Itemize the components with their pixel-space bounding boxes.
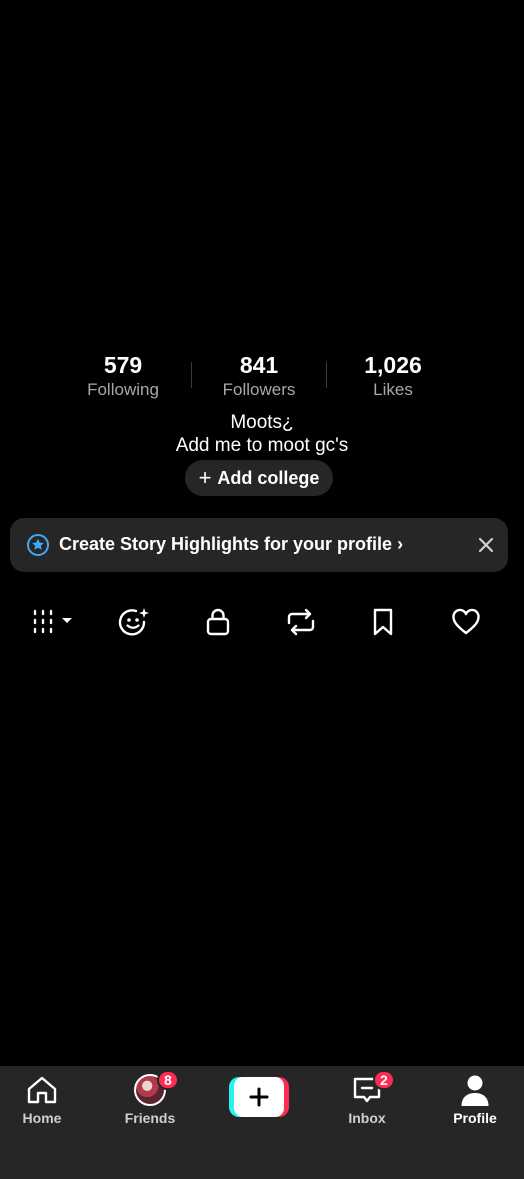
nav-inbox-label: Inbox [348,1110,386,1126]
add-college-label: Add college [217,467,320,488]
likes-label: Likes [373,380,413,399]
tab-private[interactable] [195,600,241,644]
create-button[interactable] [229,1077,289,1117]
nav-profile[interactable]: Profile [425,1066,524,1136]
profile-screen: 579 Following 841 Followers 1,026 Likes … [0,0,524,1179]
nav-profile-label: Profile [453,1110,497,1126]
nav-friends[interactable]: 8 Friends [100,1066,200,1136]
friends-badge: 8 [157,1070,179,1090]
bookmark-icon [373,608,393,636]
banner-text: Create Story Highlights for your profile… [59,534,404,554]
nav-home-label: Home [22,1110,62,1126]
profile-tabs [0,600,524,644]
nav-inbox[interactable]: 2 Inbox [317,1066,417,1136]
inbox-badge: 2 [373,1070,395,1090]
create-button-face [234,1077,284,1117]
plus-icon [249,1087,269,1107]
nav-friends-label: Friends [124,1110,176,1126]
tab-saved[interactable] [360,600,406,644]
bottom-navigation: Home 8 Friends 2 Inbox Profile [0,1066,524,1179]
profile-stats: 579 Following 841 Followers 1,026 Likes [0,350,524,406]
bio-line-2: Add me to moot gc's [175,435,349,456]
following-count: 579 [103,352,143,378]
sparkle-face-icon [118,608,149,636]
story-highlights-banner[interactable]: Create Story Highlights for your profile… [10,518,508,572]
likes-count: 1,026 [364,352,422,378]
bio-line-1: Moots¿ [230,412,294,433]
tab-videos[interactable] [28,600,76,644]
likes-stat[interactable]: 1,026 Likes [318,350,468,400]
heart-icon [452,608,480,635]
close-icon[interactable] [475,534,497,556]
lock-icon [206,608,230,636]
chevron-right-icon: › [397,534,404,554]
home-icon [27,1076,57,1104]
star-circle-icon [27,534,49,556]
person-icon [461,1075,489,1106]
tab-liked[interactable] [443,600,489,644]
repost-icon [287,608,315,636]
grid-dropdown-icon [33,609,72,634]
add-college-button[interactable]: + Add college [185,460,333,496]
following-stat[interactable]: 579 Following [48,350,198,400]
tab-sparkle[interactable] [112,600,158,644]
followers-label: Followers [222,380,296,399]
following-label: Following [87,380,159,399]
plus-icon: + [198,465,212,490]
tab-reposts[interactable] [278,600,324,644]
followers-count: 841 [239,352,279,378]
followers-stat[interactable]: 841 Followers [184,350,334,400]
nav-home[interactable]: Home [0,1066,92,1136]
